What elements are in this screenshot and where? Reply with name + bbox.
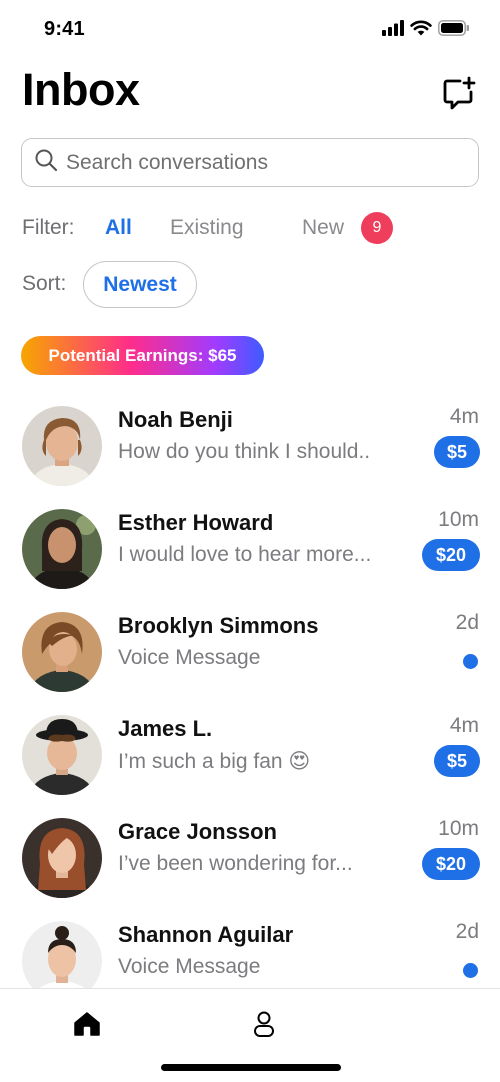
wifi-icon (410, 20, 432, 36)
search-icon (34, 148, 58, 177)
amount-badge: $20 (422, 539, 480, 571)
avatar (22, 921, 102, 988)
message-preview: How do you think I should.. (118, 440, 371, 463)
contact-name: Grace Jonsson (118, 819, 277, 844)
amount-badge: $5 (434, 745, 480, 777)
filter-row: Filter: All Existing New 9 (22, 212, 482, 246)
conversation-row[interactable]: Noah Benji How do you think I should.. 4… (0, 396, 500, 496)
avatar (22, 406, 102, 486)
conversation-row[interactable]: Brooklyn Simmons Voice Message 2d (0, 602, 500, 702)
message-preview: Voice Message (118, 955, 261, 978)
search-bar (21, 138, 479, 187)
tab-home[interactable] (70, 1009, 104, 1043)
sort-label: Sort: (22, 272, 67, 295)
avatar (22, 818, 102, 898)
message-preview: I’ve been wondering for... (118, 852, 353, 875)
conversation-row[interactable]: Grace Jonsson I’ve been wondering for...… (0, 808, 500, 908)
contact-name: Brooklyn Simmons (118, 613, 319, 638)
filter-label: Filter: (22, 216, 75, 239)
page-title: Inbox (22, 64, 140, 115)
avatar (22, 715, 102, 795)
signal-icon (382, 20, 404, 36)
conversation-row[interactable]: James L. I’m such a big fan 😍 4m $5 (0, 705, 500, 805)
contact-name: James L. (118, 716, 213, 741)
unread-indicator (463, 963, 478, 978)
message-preview: Voice Message (118, 646, 261, 669)
home-icon (73, 1011, 101, 1042)
home-indicator (161, 1064, 341, 1071)
bottom-tab-bar (0, 988, 500, 1082)
conversation-list: Noah Benji How do you think I should.. 4… (0, 396, 500, 988)
unread-indicator (463, 654, 478, 669)
filter-tab-existing[interactable]: Existing (170, 216, 244, 240)
sort-dropdown[interactable]: Newest (83, 261, 197, 308)
message-time: 2d (455, 920, 479, 943)
avatar (22, 509, 102, 589)
tab-profile[interactable] (247, 1009, 281, 1043)
message-time: 10m (438, 817, 479, 840)
message-preview: I’m such a big fan 😍 (118, 750, 311, 773)
message-time: 10m (438, 508, 479, 531)
amount-badge: $20 (422, 848, 480, 880)
contact-name: Shannon Aguilar (118, 922, 294, 947)
message-time: 4m (449, 714, 479, 737)
status-bar: 9:41 (0, 0, 500, 60)
message-time: 2d (455, 611, 479, 634)
new-message-icon (442, 76, 476, 115)
avatar (22, 612, 102, 692)
inbox-screen: 9:41 Inbox Search conversations Filter: … (0, 0, 500, 1082)
potential-earnings-badge: Potential Earnings: $65 (21, 336, 264, 375)
filter-tab-all[interactable]: All (105, 216, 132, 240)
filter-tab-new[interactable]: New (302, 216, 344, 240)
message-preview: I would love to hear more... (118, 543, 372, 566)
search-input[interactable] (66, 150, 446, 175)
battery-icon (438, 20, 470, 36)
profile-icon (253, 1010, 275, 1043)
contact-name: Noah Benji (118, 407, 233, 432)
message-time: 4m (449, 405, 479, 428)
conversation-row[interactable]: Shannon Aguilar Voice Message 2d (0, 911, 500, 988)
new-message-button[interactable] (440, 76, 478, 114)
conversation-row[interactable]: Esther Howard I would love to hear more.… (0, 499, 500, 599)
new-count-badge: 9 (361, 212, 393, 244)
status-icons (382, 20, 470, 36)
amount-badge: $5 (434, 436, 480, 468)
status-time: 9:41 (44, 18, 85, 40)
contact-name: Esther Howard (118, 510, 274, 535)
